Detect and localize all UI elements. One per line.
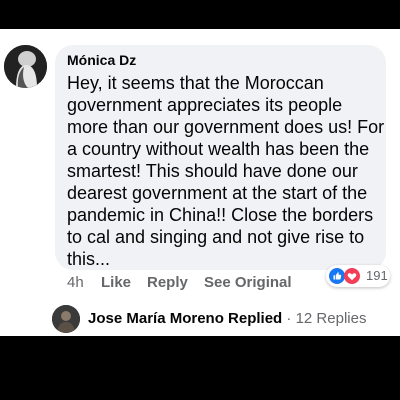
reactions-count: 191 xyxy=(366,268,388,283)
comment-text: Hey, it seems that the Moroccan governme… xyxy=(67,73,385,269)
love-icon xyxy=(344,268,360,284)
like-button[interactable]: Like xyxy=(101,274,131,291)
separator-dot: · xyxy=(286,310,292,327)
commenter-avatar-photo xyxy=(4,45,47,88)
like-icon xyxy=(329,268,345,284)
reply-button[interactable]: Reply xyxy=(147,274,188,291)
comment-author-name[interactable]: Mónica Dz xyxy=(67,52,136,68)
reactions-badge[interactable]: 191 xyxy=(326,265,390,287)
top-black-bar xyxy=(0,0,400,29)
replied-label: Replied xyxy=(228,310,283,327)
see-original-button[interactable]: See Original xyxy=(204,274,292,291)
commenter-avatar[interactable] xyxy=(4,45,47,88)
view-replies-link[interactable]: Jose María Moreno Replied · 12 Replies xyxy=(88,310,366,327)
bottom-black-bar xyxy=(0,336,400,400)
replier-avatar[interactable] xyxy=(52,305,80,333)
replier-avatar-photo xyxy=(52,305,80,333)
reply-count: 12 Replies xyxy=(295,310,367,327)
comment-timestamp[interactable]: 4h xyxy=(67,274,84,291)
replier-name: Jose María Moreno xyxy=(88,310,224,327)
